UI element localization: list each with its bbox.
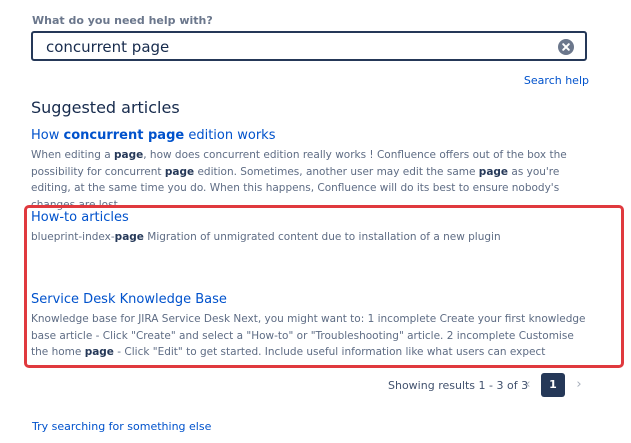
search-input[interactable] (46, 33, 546, 61)
chevron-right-icon[interactable]: › (572, 375, 586, 395)
chevron-left-icon[interactable]: ‹ (521, 375, 535, 395)
article-title-link[interactable]: How-to articles (31, 209, 591, 227)
suggested-articles-heading: Suggested articles (31, 98, 180, 117)
article-title-link[interactable]: How concurrent page edition works (31, 127, 591, 145)
results-count: Showing results 1 - 3 of 3 (388, 379, 529, 392)
article-excerpt: When editing a page, how does concurrent… (31, 149, 567, 211)
article-item: How-to articles blueprint-index-page Mig… (31, 209, 591, 246)
article-item: Service Desk Knowledge Base Knowledge ba… (31, 291, 591, 361)
article-excerpt: blueprint-index-page Migration of unmigr… (31, 231, 501, 243)
article-title-link[interactable]: Service Desk Knowledge Base (31, 291, 591, 309)
article-excerpt: Knowledge base for JIRA Service Desk Nex… (31, 313, 586, 358)
search-help-link[interactable]: Search help (524, 74, 589, 87)
try-searching-link[interactable]: Try searching for something else (32, 420, 211, 433)
clear-search-icon[interactable] (558, 39, 574, 55)
help-label: What do you need help with? (32, 14, 213, 27)
page-button-current[interactable]: 1 (541, 373, 565, 397)
article-item: How concurrent page edition works When e… (31, 127, 591, 213)
search-box[interactable] (31, 31, 587, 61)
